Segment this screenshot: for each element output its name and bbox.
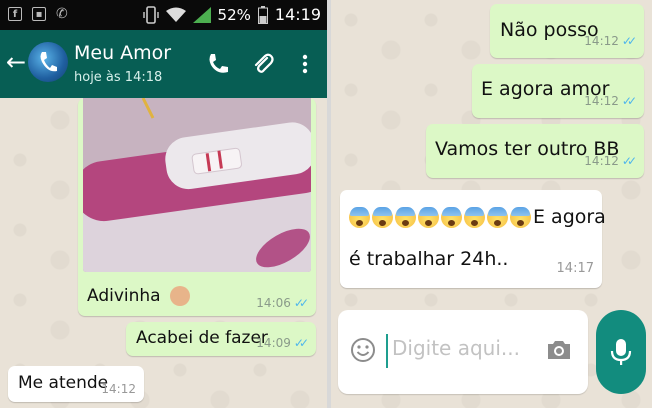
message-time: 14:12: [584, 154, 619, 168]
battery-percent: 52%: [217, 5, 251, 24]
paperclip-icon[interactable]: [251, 52, 275, 76]
image-notification-icon: ▪: [32, 7, 46, 21]
fearful-face-emoji-icon: [349, 207, 370, 228]
microphone-button[interactable]: [596, 310, 646, 394]
fearful-face-emoji-icon: [487, 207, 508, 228]
message-incoming[interactable]: E agora é trabalhar 24h.. 14:17: [340, 190, 606, 288]
battery-icon: [257, 5, 268, 24]
pregnancy-test-photo[interactable]: [83, 98, 311, 272]
read-ticks-icon: ✓✓: [621, 154, 637, 168]
read-ticks-icon: ✓✓: [293, 336, 309, 350]
message-time: 14:09: [256, 336, 291, 350]
phone-icon[interactable]: [206, 52, 230, 76]
baby-emoji-icon: [170, 286, 191, 306]
arrow-left-icon[interactable]: ←: [6, 50, 26, 74]
microphone-icon: [610, 339, 632, 365]
facebook-notification-icon: f: [8, 7, 22, 21]
message-meta: 14:06 ✓✓: [256, 296, 309, 310]
photo-message[interactable]: Adivinha 14:06 ✓✓: [78, 98, 316, 316]
wifi-icon: [165, 7, 186, 22]
message-text-line-2: é trabalhar 24h..: [349, 248, 509, 270]
emoji-smiley-icon[interactable]: [350, 337, 376, 363]
message-time: 14:06: [256, 296, 291, 310]
avatar[interactable]: [28, 42, 68, 82]
message-time: 14:12: [584, 34, 619, 48]
fearful-face-emoji-icon: [441, 207, 462, 228]
signal-icon: [192, 6, 211, 23]
fearful-face-emoji-icon: [418, 207, 439, 228]
message-outgoing[interactable]: Não posso 14:12 ✓✓: [490, 4, 644, 58]
fearful-face-emoji-icon: [395, 207, 416, 228]
status-bar: f ▪ ✆ 52% 14:19: [0, 0, 327, 30]
clock: 14:19: [274, 5, 321, 24]
more-vertical-icon[interactable]: [293, 52, 317, 76]
chat-screen-left: f ▪ ✆ 52% 14:19 ← Meu Amor hoje às 14:18…: [0, 0, 327, 408]
fearful-face-emoji-icon: [464, 207, 485, 228]
message-time: 14:17: [556, 261, 594, 276]
last-seen-status: hoje às 14:18: [74, 70, 163, 85]
message-input[interactable]: Digite aqui...: [392, 336, 520, 360]
read-ticks-icon: ✓✓: [293, 296, 309, 310]
fearful-face-emoji-icon: [372, 207, 393, 228]
message-text: Acabei de fazer: [136, 328, 268, 348]
text-cursor: [386, 334, 388, 368]
message-time: 14:12: [101, 382, 136, 396]
fearful-face-emoji-icon: [510, 207, 531, 228]
contact-name[interactable]: Meu Amor: [74, 42, 171, 64]
chat-header: ← Meu Amor hoje às 14:18: [0, 30, 327, 98]
vibrate-icon: [142, 5, 159, 24]
message-outgoing[interactable]: Acabei de fazer 14:09 ✓✓: [126, 322, 316, 356]
message-incoming[interactable]: Me atende 14:12: [8, 366, 144, 402]
message-text-line-1: E agora: [349, 206, 606, 228]
photo-content: [83, 98, 311, 272]
message-outgoing[interactable]: Vamos ter outro BB 14:12 ✓✓: [426, 124, 644, 178]
message-input-bar: Digite aqui...: [338, 310, 588, 394]
read-ticks-icon: ✓✓: [621, 34, 637, 48]
read-ticks-icon: ✓✓: [621, 94, 637, 108]
photo-caption: Adivinha: [87, 286, 191, 306]
message-text: Me atende: [18, 373, 109, 393]
camera-icon[interactable]: [546, 338, 572, 362]
missed-call-icon: ✆: [56, 6, 68, 22]
avatar-phone-icon: [40, 52, 57, 72]
message-time: 14:12: [584, 94, 619, 108]
message-outgoing[interactable]: E agora amor 14:12 ✓✓: [472, 64, 644, 118]
